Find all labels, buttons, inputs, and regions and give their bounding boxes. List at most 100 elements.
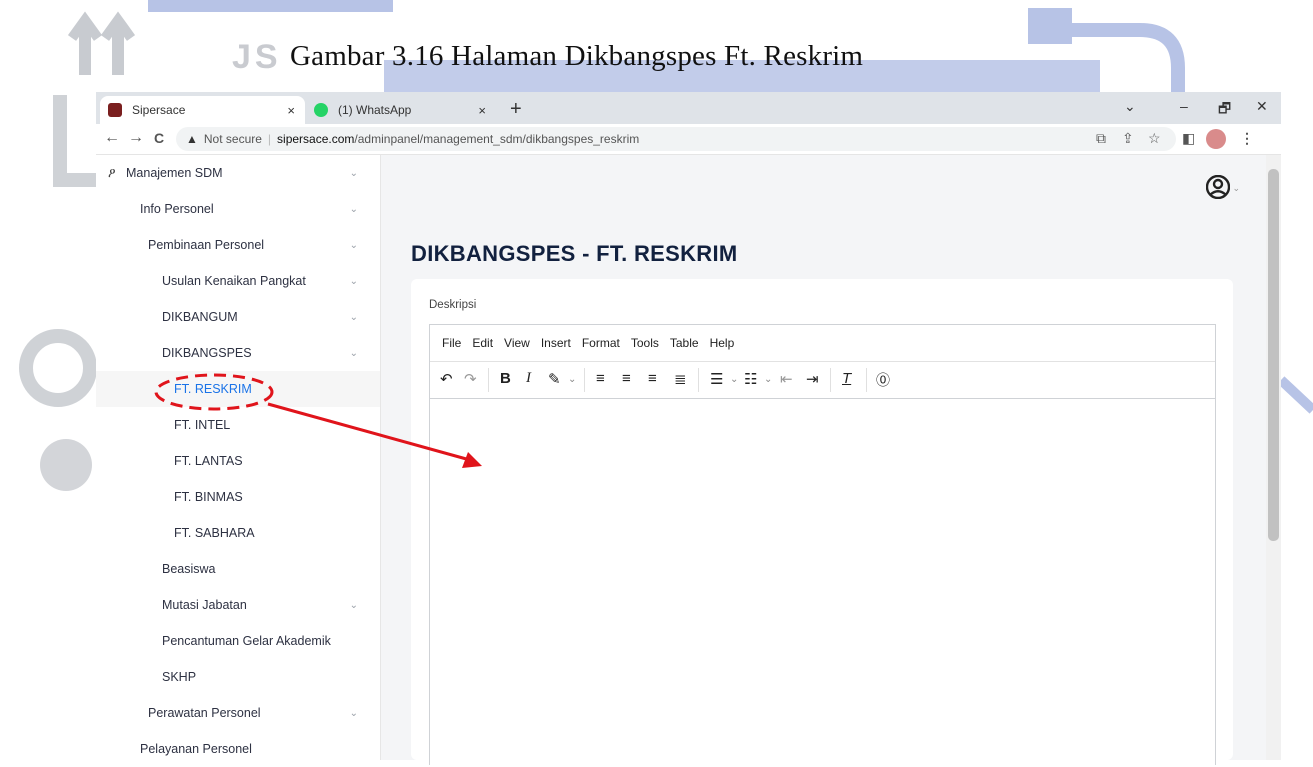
sidebar-item[interactable]: Mutasi Jabatan ⌄: [96, 587, 380, 623]
security-label: Not secure: [203, 132, 262, 146]
url-host: sipersace.com: [277, 132, 355, 146]
description-label: Deskripsi: [429, 299, 477, 311]
sidebar-item[interactable]: Usulan Kenaikan Pangkat ⌄: [96, 263, 380, 299]
sidebar-item[interactable]: Pelayanan Personel: [96, 731, 380, 767]
sidebar-item-label: Mutasi Jabatan: [162, 598, 247, 612]
editor-menu-item[interactable]: Edit: [472, 336, 493, 350]
sidebar-item[interactable]: FT. SABHARA: [96, 515, 380, 551]
align-left-icon[interactable]: ≡: [596, 370, 605, 387]
tab-whatsapp[interactable]: (1) WhatsApp ×: [306, 96, 496, 124]
sidebar-item[interactable]: Pembinaan Personel ⌄: [96, 227, 380, 263]
browser-window: Sipersace × (1) WhatsApp × + ⌄ – 🗗 ✕ ← →…: [96, 92, 1281, 765]
align-justify-icon[interactable]: ≣: [674, 370, 687, 388]
sidebar-item-label: FT. INTEL: [174, 418, 231, 432]
sidebar-item-label: Pembinaan Personel: [148, 238, 265, 252]
editor-menu-item[interactable]: View: [504, 336, 530, 350]
align-right-icon[interactable]: ≡: [648, 370, 657, 387]
highlight-color-icon[interactable]: ✎: [548, 370, 561, 388]
back-icon[interactable]: ←: [104, 129, 120, 147]
bold-icon[interactable]: B: [500, 370, 511, 387]
tab-label: Sipersace: [132, 103, 186, 117]
chevron-down-icon: ⌄: [349, 347, 358, 359]
sidebar-item[interactable]: Beasiswa: [96, 551, 380, 587]
editor-content-area[interactable]: [430, 399, 1215, 765]
editor-menu-item[interactable]: Table: [670, 336, 699, 350]
sidebar-item[interactable]: FT. RESKRIM: [96, 371, 380, 407]
chevron-down-icon: ⌄: [349, 203, 358, 215]
sidebar-item-label: Beasiswa: [162, 562, 216, 576]
new-tab-button[interactable]: +: [510, 98, 522, 121]
sidebar-item[interactable]: Pencantuman Gelar Akademik: [96, 623, 380, 659]
toolbar-divider: [866, 368, 867, 392]
side-panel-icon[interactable]: ◧: [1182, 130, 1195, 147]
sidebar-item-label: Usulan Kenaikan Pangkat: [162, 274, 306, 288]
sidebar-item[interactable]: DIKBANGSPES ⌄: [96, 335, 380, 371]
toolbar-divider: [488, 368, 489, 392]
account-chevron-icon[interactable]: ⌄: [1232, 183, 1240, 194]
sidebar-item[interactable]: DIKBANGUM ⌄: [96, 299, 380, 335]
toolbar-divider: [698, 368, 699, 392]
page-title: DIKBANGSPES - FT. RESKRIM: [411, 241, 738, 266]
chevron-down-icon: ⌄: [349, 275, 358, 287]
tab-sipersace[interactable]: Sipersace ×: [100, 96, 305, 124]
translate-icon[interactable]: ⧉: [1096, 130, 1106, 147]
editor-menu-item[interactable]: Format: [582, 336, 620, 350]
close-tab-icon[interactable]: ×: [478, 103, 486, 118]
sidebar-item[interactable]: Perawatan Personel ⌄: [96, 695, 380, 731]
align-center-icon[interactable]: ≡: [622, 370, 631, 387]
bullet-list-icon[interactable]: ☰: [710, 370, 723, 388]
tab-search-icon[interactable]: ⌄: [1124, 98, 1136, 115]
toolbar-divider: [584, 368, 585, 392]
shield-favicon-icon: [108, 103, 122, 117]
vertical-scrollbar[interactable]: [1266, 155, 1281, 760]
numbered-list-icon[interactable]: ☷: [744, 370, 757, 388]
bookmark-star-icon[interactable]: ☆: [1148, 130, 1161, 147]
chevron-down-icon[interactable]: ⌄: [764, 374, 772, 385]
minimize-button[interactable]: –: [1180, 98, 1188, 114]
share-icon[interactable]: ⇪: [1122, 130, 1134, 147]
kebab-menu-icon[interactable]: ⋮: [1240, 130, 1254, 147]
chevron-down-icon[interactable]: ⌄: [730, 374, 738, 385]
close-window-button[interactable]: ✕: [1256, 98, 1268, 115]
sidebar-item[interactable]: FT. LANTAS: [96, 443, 380, 479]
close-tab-icon[interactable]: ×: [287, 103, 295, 118]
url-path: /adminpanel/management_sdm/dikbangspes_r…: [354, 132, 640, 146]
sidebar-item[interactable]: Manajemen SDM ⌄: [96, 155, 380, 191]
forward-icon[interactable]: →: [128, 129, 144, 147]
undo-icon[interactable]: ↶: [440, 370, 453, 388]
editor-menu-item[interactable]: Help: [710, 336, 735, 350]
tab-strip: Sipersace × (1) WhatsApp × + ⌄ – 🗗 ✕: [96, 92, 1281, 124]
sidebar-item-label: FT. LANTAS: [174, 454, 243, 468]
chevron-down-icon: ⌄: [349, 311, 358, 323]
scrollbar-thumb[interactable]: [1268, 169, 1279, 541]
help-icon[interactable]: ⓪: [876, 370, 890, 390]
editor-toolbar: ↶ ↷ B I ✎ ⌄ ≡ ≡ ≡ ≣ ☰ ⌄ ☷ ⌄ ⇤ ⇥ T ⓪: [430, 362, 1215, 399]
warning-icon: ▲: [186, 132, 198, 146]
sidebar-item[interactable]: SKHP: [96, 659, 380, 695]
redo-icon[interactable]: ↷: [464, 370, 477, 388]
editor-menubar: File Edit View Insert Format Tools Table Help: [430, 325, 1215, 362]
rich-text-editor: File Edit View Insert Format Tools Table Help ↶…: [429, 324, 1216, 765]
restore-button[interactable]: 🗗: [1218, 98, 1231, 122]
figure-caption: Gambar 3.16 Halaman Dikbangspes Ft. Resk…: [290, 40, 864, 72]
url-field[interactable]: ▲ Not secure | sipersace.com/adminpanel/…: [176, 127, 1176, 151]
indent-icon[interactable]: ⇥: [806, 370, 819, 388]
sidebar-nav: ዖ Manajemen SDM ⌄ Info Personel ⌄ Pembinaan …: [96, 155, 381, 760]
outdent-icon[interactable]: ⇤: [780, 370, 793, 388]
reload-icon[interactable]: C: [154, 130, 164, 146]
sidebar-item[interactable]: FT. BINMAS: [96, 479, 380, 515]
editor-menu-item[interactable]: Tools: [631, 336, 659, 350]
sidebar-item-label: Pencantuman Gelar Akademik: [162, 634, 331, 648]
clear-formatting-icon[interactable]: T: [842, 370, 851, 387]
chevron-down-icon[interactable]: ⌄: [568, 374, 576, 385]
sidebar-item[interactable]: FT. INTEL: [96, 407, 380, 443]
sidebar-item-label: DIKBANGUM: [162, 310, 238, 324]
sidebar-item[interactable]: Info Personel ⌄: [96, 191, 380, 227]
account-avatar-icon[interactable]: [1206, 175, 1230, 199]
description-card: Deskripsi File Edit View Insert Format Tools T…: [411, 279, 1233, 765]
editor-menu-item[interactable]: File: [442, 336, 461, 350]
tab-label: (1) WhatsApp: [338, 103, 412, 117]
profile-avatar-icon[interactable]: [1206, 129, 1226, 149]
italic-icon[interactable]: I: [526, 370, 531, 387]
editor-menu-item[interactable]: Insert: [541, 336, 571, 350]
